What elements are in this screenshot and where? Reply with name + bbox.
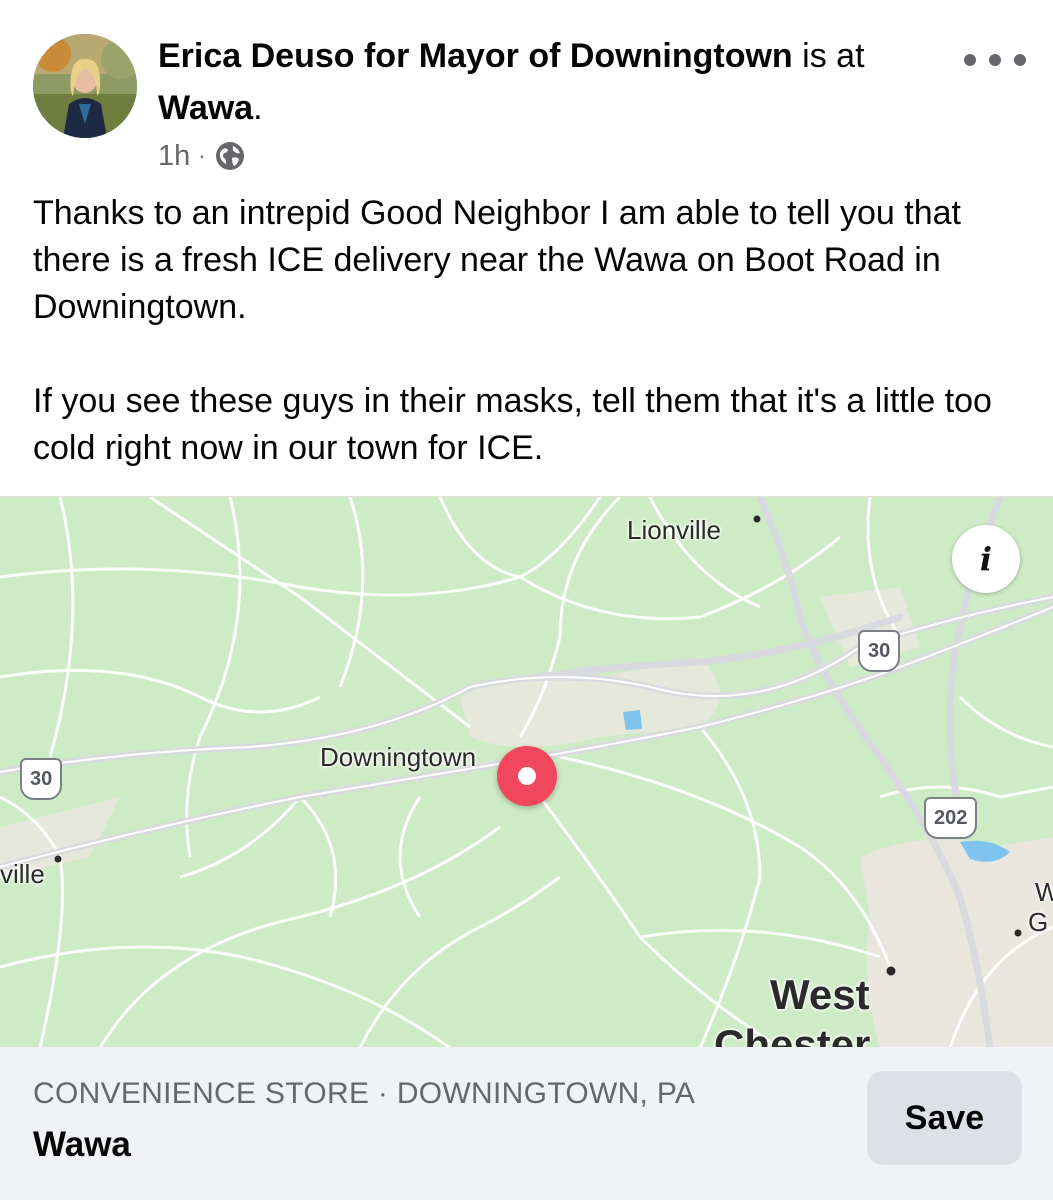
header-period: . xyxy=(253,89,263,127)
route-202-shield: 202 xyxy=(924,797,978,839)
checkin-connector: is at xyxy=(802,37,865,75)
map-label-g: G xyxy=(1028,907,1049,937)
post-paragraph-1: Thanks to an intrepid Good Neighbor I am… xyxy=(33,194,961,326)
meta-separator: · xyxy=(198,143,206,168)
post-paragraph-2: If you see these guys in their masks, te… xyxy=(33,382,992,467)
map-label-lionville: Lionville xyxy=(627,515,721,545)
location-link[interactable]: Wawa xyxy=(158,89,253,127)
post-body: Thanks to an intrepid Good Neighbor I am… xyxy=(33,190,1023,472)
map-label-west: West xyxy=(770,971,870,1018)
post-header-text: Erica Deuso for Mayor of Downingtown is … xyxy=(158,30,938,134)
map-label-ville: ville xyxy=(0,859,45,889)
map-label-w: W xyxy=(1035,877,1053,908)
location-pin-icon[interactable] xyxy=(497,746,557,806)
place-category: CONVENIENCE STORE · DOWNINGTOWN, PA xyxy=(33,1077,696,1110)
author-avatar[interactable] xyxy=(33,34,137,138)
location-map[interactable]: Lionville Downingtown ville West Chester… xyxy=(0,496,1053,1048)
globe-icon xyxy=(214,140,246,172)
map-label-chester: Chester xyxy=(714,1021,871,1048)
map-info-button[interactable]: i xyxy=(952,525,1020,593)
post-meta: 1h · xyxy=(158,136,246,176)
post-header: Erica Deuso for Mayor of Downingtown is … xyxy=(0,0,1053,180)
pin-center xyxy=(518,767,536,785)
map-label-downingtown: Downingtown xyxy=(320,742,477,772)
place-card[interactable]: CONVENIENCE STORE · DOWNINGTOWN, PA Wawa… xyxy=(0,1047,1053,1200)
route-30-shield: 30 xyxy=(858,630,901,672)
more-options-button[interactable] xyxy=(955,40,1035,80)
save-button[interactable]: Save xyxy=(867,1071,1022,1165)
more-dots-icon xyxy=(964,54,1026,66)
author-name-link[interactable]: Erica Deuso for Mayor of Downingtown xyxy=(158,37,793,75)
post-timestamp[interactable]: 1h xyxy=(158,140,190,173)
place-name[interactable]: Wawa xyxy=(33,1125,131,1165)
route-30-shield-west: 30 xyxy=(20,758,63,800)
